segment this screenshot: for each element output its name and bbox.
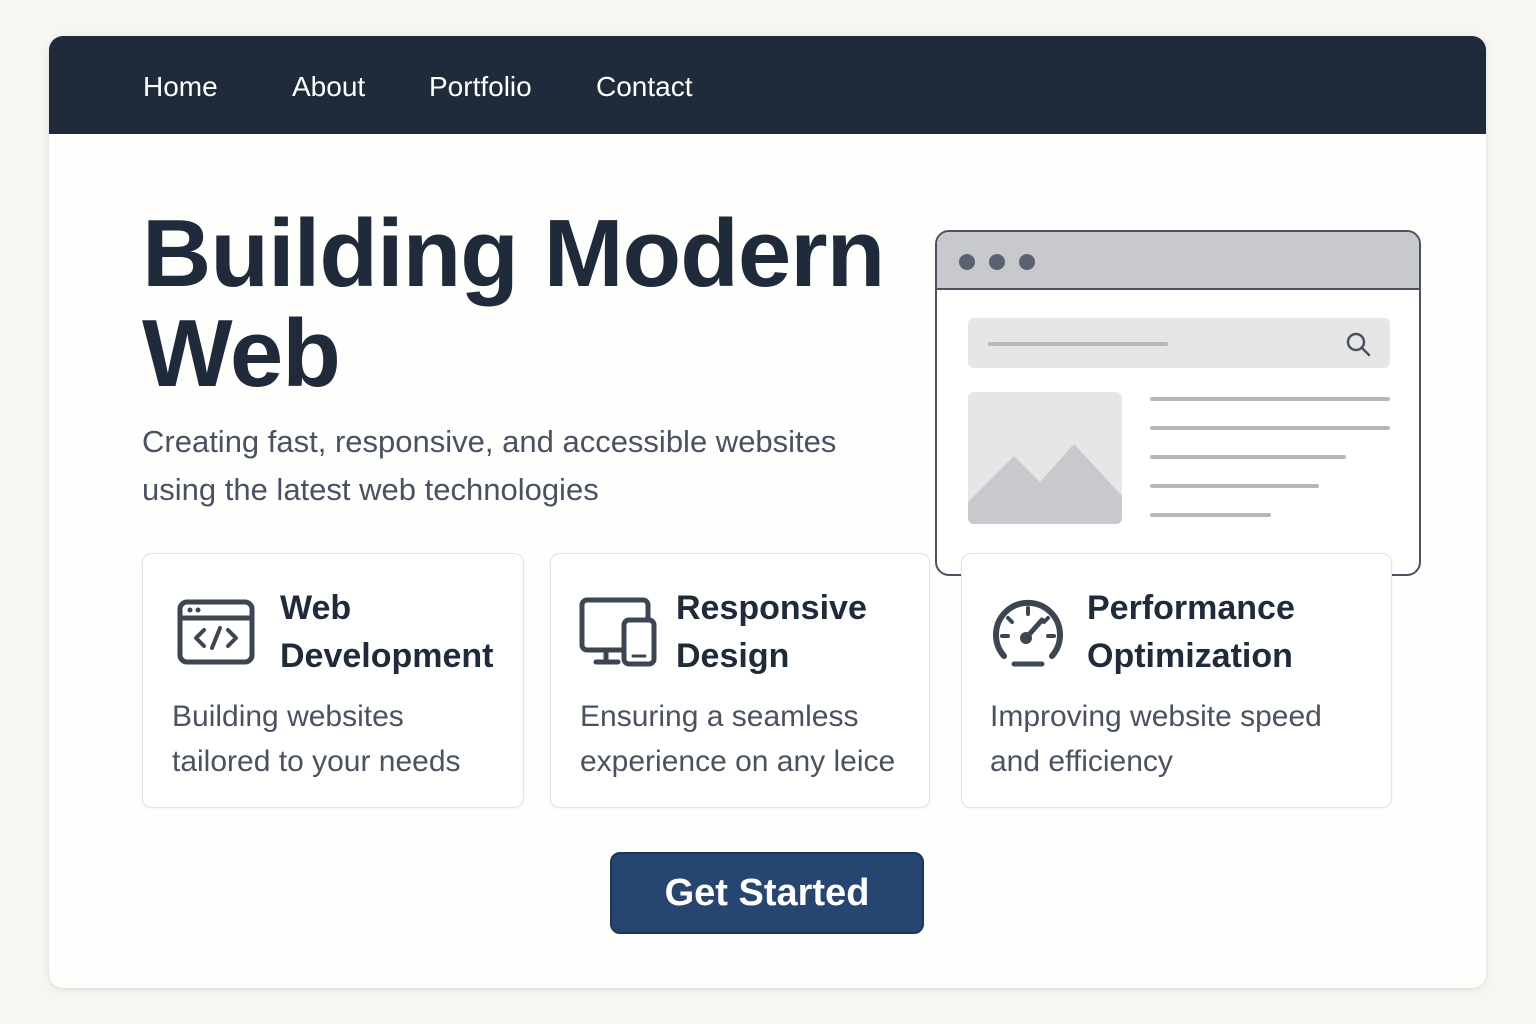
search-icon	[1346, 332, 1371, 357]
text-placeholder-line	[1150, 513, 1271, 517]
hero-title-line-1: Building Modern	[142, 200, 885, 307]
text-placeholder-line	[1150, 397, 1390, 401]
browser-illustration-searchbar	[968, 318, 1390, 368]
feature-card-description: Ensuring a seamless experience on any le…	[580, 694, 895, 784]
feature-card-description-line-2: tailored to your needs	[172, 745, 461, 778]
feature-card-title-line-1: Web	[280, 589, 352, 627]
code-window-icon	[177, 599, 255, 665]
hero-subtitle-line-2: using the latest web technologies	[142, 472, 599, 507]
get-started-button[interactable]: Get Started	[610, 852, 924, 934]
feature-card-title-line-2: Design	[676, 637, 790, 675]
feature-card-title: Performance Optimization	[1087, 584, 1295, 680]
page-window: Home About Portfolio Contact Building Mo…	[49, 36, 1486, 988]
window-dot-icon	[989, 254, 1005, 270]
feature-card-performance-optimization: Performance Optimization Improving websi…	[961, 553, 1392, 808]
feature-card-description: Building websites tailored to your needs	[172, 694, 461, 784]
feature-card-title-line-1: Performance	[1087, 589, 1295, 627]
feature-card-description: Improving website speed and efficiency	[990, 694, 1322, 784]
image-placeholder-icon	[968, 392, 1122, 524]
feature-card-description-line-1: Ensuring a seamless	[580, 700, 859, 733]
browser-illustration	[935, 230, 1421, 576]
nav-item-about[interactable]: About	[292, 70, 365, 104]
placeholder-line	[988, 342, 1168, 346]
nav-item-portfolio[interactable]: Portfolio	[429, 70, 532, 104]
feature-card-title-line-2: Optimization	[1087, 637, 1293, 675]
feature-card-title-line-1: Responsive	[676, 589, 867, 627]
nav-item-home[interactable]: Home	[143, 70, 218, 104]
hero-subtitle-line-1: Creating fast, responsive, and accessibl…	[142, 424, 837, 459]
feature-card-web-development: Web Development Building websites tailor…	[142, 553, 524, 808]
window-dot-icon	[1019, 254, 1035, 270]
window-dot-icon	[959, 254, 975, 270]
text-placeholder-line	[1150, 455, 1346, 459]
speedometer-icon	[993, 599, 1063, 667]
hero-title: Building Modern Web	[142, 204, 942, 404]
hero-title-line-2: Web	[142, 300, 341, 407]
feature-card-description-line-1: Building websites	[172, 700, 404, 733]
feature-card-responsive-design: Responsive Design Ensuring a seamless ex…	[550, 553, 930, 808]
feature-card-title: Web Development	[280, 584, 494, 680]
text-placeholder-line	[1150, 484, 1319, 488]
feature-card-description-line-1: Improving website speed	[990, 700, 1322, 733]
devices-icon	[579, 597, 657, 667]
navbar: Home About Portfolio Contact	[49, 36, 1486, 134]
feature-card-title-line-2: Development	[280, 637, 494, 675]
feature-card-description-line-2: and efficiency	[990, 745, 1173, 778]
hero-subtitle: Creating fast, responsive, and accessibl…	[142, 418, 912, 514]
nav-item-contact[interactable]: Contact	[596, 70, 693, 104]
text-placeholder-line	[1150, 426, 1390, 430]
feature-card-description-line-2: experience on any leice	[580, 745, 896, 778]
feature-card-title: Responsive Design	[676, 584, 867, 680]
browser-illustration-titlebar	[937, 232, 1419, 290]
